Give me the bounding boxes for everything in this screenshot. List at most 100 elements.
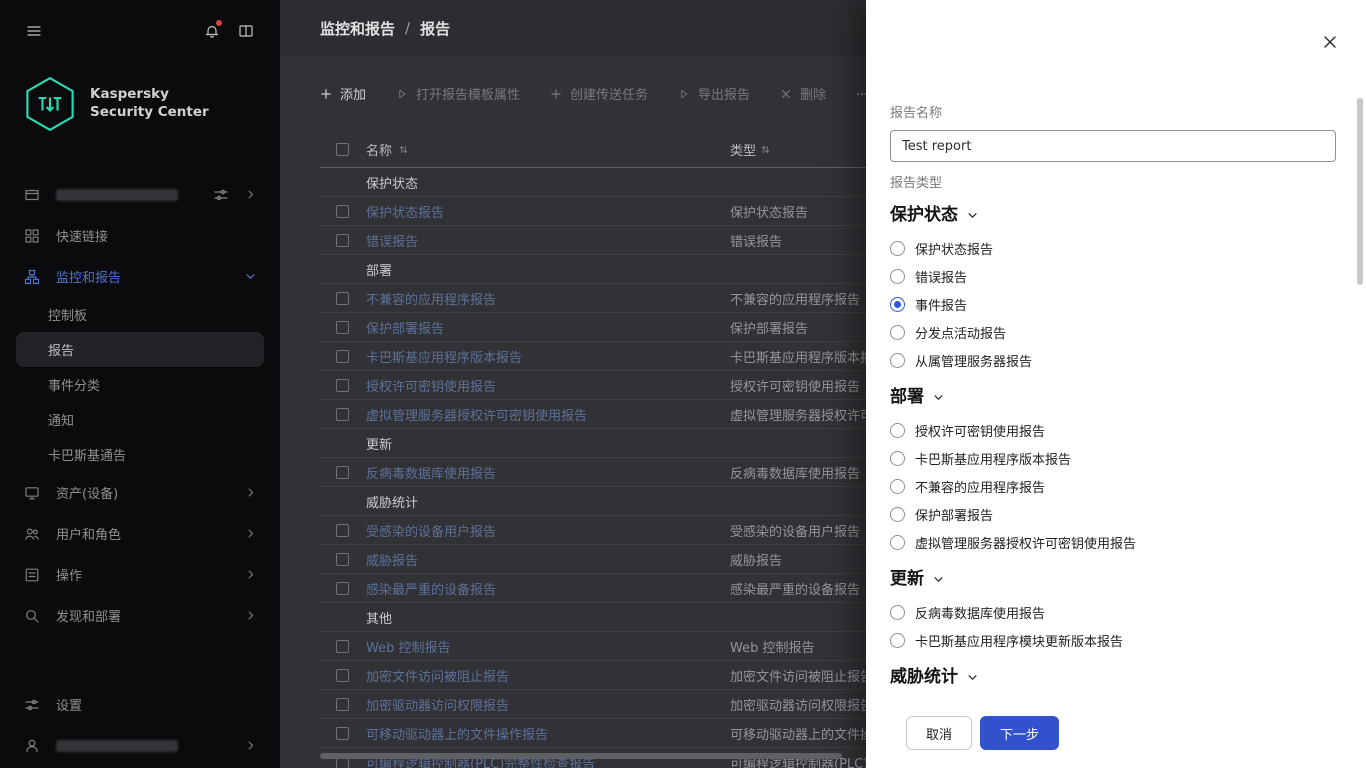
row-checkbox[interactable]	[336, 205, 349, 218]
row-checkbox[interactable]	[336, 466, 349, 479]
toolbar-item-add[interactable]: 添加	[320, 84, 366, 103]
chevron-down-icon	[967, 672, 978, 683]
radio-option[interactable]: 保护部署报告	[890, 500, 1336, 528]
app-root: Kaspersky Security Center 快速链接监控和报告控制板报告…	[0, 0, 1366, 768]
row-checkbox[interactable]	[336, 553, 349, 566]
monitor-icon	[24, 485, 40, 501]
report-link[interactable]: Web 控制报告	[366, 637, 450, 656]
breadcrumb-parent[interactable]: 监控和报告	[320, 18, 395, 39]
row-checkbox[interactable]	[336, 408, 349, 421]
radio-option[interactable]: 授权许可密钥使用报告	[890, 416, 1336, 444]
row-checkbox[interactable]	[336, 582, 349, 595]
row-checkbox[interactable]	[336, 698, 349, 711]
report-link[interactable]: 威胁报告	[366, 550, 418, 569]
sort-icon[interactable]	[398, 144, 409, 155]
select-all-checkbox[interactable]	[336, 143, 349, 156]
sidebar-item-settings[interactable]: 设置	[0, 684, 280, 725]
radio-option[interactable]: 分发点活动报告	[890, 318, 1336, 346]
report-link[interactable]: 感染最严重的设备报告	[366, 579, 496, 598]
report-name-label: 报告名称	[890, 106, 1336, 122]
sidebar-item-event-selections[interactable]: 事件分类	[0, 367, 280, 402]
column-header-type[interactable]: 类型	[730, 144, 756, 159]
row-checkbox[interactable]	[336, 379, 349, 392]
radio-option-label: 授权许可密钥使用报告	[915, 421, 1045, 440]
group-name: 威胁统计	[366, 492, 418, 511]
row-check-cell	[320, 466, 366, 479]
radio-option[interactable]: 反病毒数据库使用报告	[890, 598, 1336, 626]
report-link[interactable]: 保护部署报告	[366, 318, 444, 337]
report-link[interactable]: 错误报告	[366, 231, 418, 250]
radio-option[interactable]: 错误报告	[890, 262, 1336, 290]
toolbar-item-export-report[interactable]: 导出报告	[678, 84, 750, 103]
report-link[interactable]: 保护状态报告	[366, 202, 444, 221]
hamburger-menu-icon[interactable]	[26, 23, 42, 39]
column-header-name[interactable]: 名称	[366, 140, 392, 159]
row-checkbox[interactable]	[336, 727, 349, 740]
row-checkbox[interactable]	[336, 234, 349, 247]
vertical-scrollbar-thumb[interactable]	[1357, 98, 1363, 285]
sidebar-item-kaspersky-announcements[interactable]: 卡巴斯基通告	[0, 437, 280, 472]
report-link[interactable]: 授权许可密钥使用报告	[366, 376, 496, 395]
sidebar-item-discovery-deployment[interactable]: 发现和部署	[0, 595, 280, 636]
sidebar: Kaspersky Security Center 快速链接监控和报告控制板报告…	[0, 0, 280, 768]
report-link[interactable]: 可移动驱动器上的文件操作报告	[366, 724, 548, 743]
notifications-bell-icon[interactable]	[204, 23, 220, 39]
section-header-protection-status[interactable]: 保护状态	[890, 204, 1336, 226]
sort-icon[interactable]	[760, 144, 771, 155]
sliders-icon[interactable]	[213, 187, 229, 203]
toolbar-item-create-delivery-task[interactable]: 创建传送任务	[550, 84, 648, 103]
section-header-threat-statistics[interactable]: 威胁统计	[890, 666, 1336, 688]
report-type: Web 控制报告	[730, 641, 814, 656]
new-report-drawer: 报告名称 报告类型 保护状态保护状态报告错误报告事件报告分发点活动报告从属管理服…	[866, 0, 1366, 768]
row-checkbox[interactable]	[336, 524, 349, 537]
sidebar-menu: 快速链接监控和报告控制板报告事件分类通知卡巴斯基通告资产(设备)用户和角色操作发…	[0, 174, 280, 636]
section-header-updates[interactable]: 更新	[890, 568, 1336, 590]
report-link[interactable]: 反病毒数据库使用报告	[366, 463, 496, 482]
row-checkbox[interactable]	[336, 292, 349, 305]
kaspersky-logo-icon	[24, 76, 76, 132]
radio-option[interactable]: 从属管理服务器报告	[890, 346, 1336, 374]
report-link[interactable]: 受感染的设备用户报告	[366, 521, 496, 540]
next-button[interactable]: 下一步	[980, 716, 1059, 750]
report-link[interactable]: 卡巴斯基应用程序版本报告	[366, 347, 522, 366]
radio-option[interactable]: 事件报告	[890, 290, 1336, 318]
toolbar-item-delete[interactable]: 删除	[780, 84, 826, 103]
radio-option[interactable]: 卡巴斯基应用程序模块更新版本报告	[890, 626, 1336, 654]
group-name: 部署	[366, 260, 392, 279]
report-link[interactable]: 加密文件访问被阻止报告	[366, 666, 509, 685]
sidebar-item-operations[interactable]: 操作	[0, 554, 280, 595]
horizontal-scrollbar-thumb[interactable]	[320, 753, 842, 759]
radio-option[interactable]: 卡巴斯基应用程序版本报告	[890, 444, 1336, 472]
users-icon	[24, 526, 40, 542]
sidebar-item-quick-links[interactable]: 快速链接	[0, 215, 280, 256]
sidebar-item-account[interactable]	[0, 725, 280, 766]
toolbar-item-open-template-properties[interactable]: 打开报告模板属性	[396, 84, 520, 103]
row-checkbox[interactable]	[336, 640, 349, 653]
radio-option[interactable]: 不兼容的应用程序报告	[890, 472, 1336, 500]
report-link[interactable]: 不兼容的应用程序报告	[366, 289, 496, 308]
report-link[interactable]: 加密驱动器访问权限报告	[366, 695, 509, 714]
sidebar-item-dashboard[interactable]: 控制板	[0, 297, 280, 332]
group-name-cell: 更新	[366, 434, 730, 453]
row-checkbox[interactable]	[336, 669, 349, 682]
section-header-deployment[interactable]: 部署	[890, 386, 1336, 408]
radio-option[interactable]: 虚拟管理服务器授权许可密钥使用报告	[890, 528, 1336, 556]
sidebar-item-monitoring-reporting[interactable]: 监控和报告	[0, 256, 280, 297]
sidebar-item-assets-devices[interactable]: 资产(设备)	[0, 472, 280, 513]
sidebar-item-notifications[interactable]: 通知	[0, 402, 280, 437]
section-title-label: 保护状态	[890, 204, 958, 226]
cancel-button[interactable]: 取消	[906, 716, 972, 750]
report-name-input[interactable]	[890, 130, 1336, 162]
report-type: 受感染的设备用户报告	[730, 525, 860, 540]
sidebar-subitem-label: 报告	[48, 340, 74, 359]
sidebar-item-label: 快速链接	[56, 226, 108, 245]
section-title-label: 威胁统计	[890, 666, 958, 688]
row-checkbox[interactable]	[336, 350, 349, 363]
sidebar-item-users-roles[interactable]: 用户和角色	[0, 513, 280, 554]
panels-icon[interactable]	[238, 23, 254, 39]
row-checkbox[interactable]	[336, 321, 349, 334]
sidebar-item-server[interactable]	[0, 174, 280, 215]
radio-option[interactable]: 保护状态报告	[890, 234, 1336, 262]
report-link[interactable]: 虚拟管理服务器授权许可密钥使用报告	[366, 405, 587, 424]
sidebar-item-reports[interactable]: 报告	[16, 332, 264, 367]
